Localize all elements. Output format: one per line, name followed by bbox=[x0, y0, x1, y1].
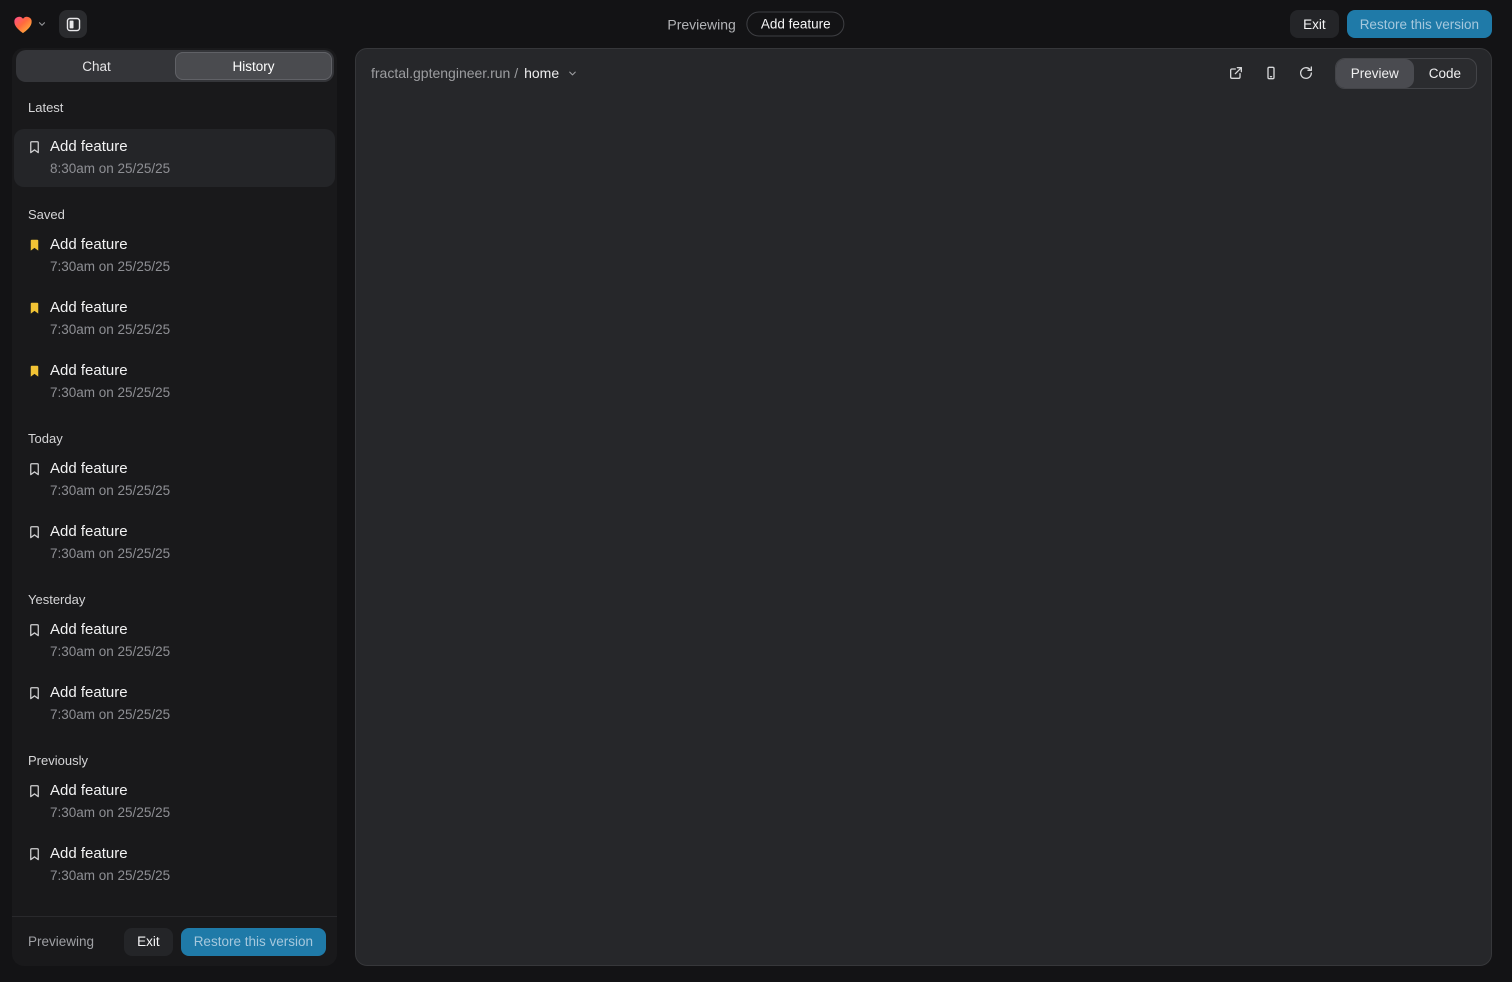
history-item-time: 7:30am on 25/25/25 bbox=[50, 385, 323, 401]
external-link-icon bbox=[1228, 65, 1244, 81]
history-item-title: Add feature bbox=[50, 844, 323, 863]
history-item-time: 7:30am on 25/25/25 bbox=[50, 483, 323, 499]
bookmark-outline-icon bbox=[27, 524, 42, 540]
preview-code-toggle: Preview Code bbox=[1335, 58, 1477, 89]
history-item-title: Add feature bbox=[50, 683, 323, 702]
history-section-title: Saved bbox=[28, 207, 335, 222]
history-section-title: Previously bbox=[28, 753, 335, 768]
history-item[interactable]: Add feature 7:30am on 25/25/25 bbox=[14, 290, 335, 348]
top-bar: Previewing Add feature Exit Restore this… bbox=[0, 0, 1512, 48]
url-prefix: fractal.gptengineer.run / bbox=[371, 65, 518, 81]
bookmark-outline-icon bbox=[27, 461, 42, 477]
history-item[interactable]: Add feature 8:30am on 25/25/25 bbox=[14, 129, 335, 187]
mobile-icon bbox=[1263, 65, 1279, 81]
history-item[interactable]: Add feature 7:30am on 25/25/25 bbox=[14, 451, 335, 509]
sidebar-toggle-button[interactable] bbox=[59, 10, 87, 38]
history-item-time: 7:30am on 25/25/25 bbox=[50, 259, 323, 275]
history-item-time: 7:30am on 25/25/25 bbox=[50, 707, 323, 723]
app-logo-menu[interactable] bbox=[12, 14, 47, 34]
chevron-down-icon bbox=[567, 68, 578, 79]
sidebar-footer: Previewing Exit Restore this version bbox=[12, 916, 337, 966]
chat-history-tabs: Chat History bbox=[16, 50, 334, 82]
topbar-actions: Exit Restore this version bbox=[1290, 10, 1492, 38]
version-badge[interactable]: Add feature bbox=[747, 12, 845, 37]
chevron-down-icon bbox=[37, 19, 47, 29]
history-item-title: Add feature bbox=[50, 235, 323, 254]
bookmark-outline-icon bbox=[27, 622, 42, 638]
history-sidebar: Chat History Latest Add feature 8:30am o… bbox=[12, 48, 337, 966]
history-item-title: Add feature bbox=[50, 781, 323, 800]
history-item[interactable]: Add feature 7:30am on 25/25/25 bbox=[14, 836, 335, 894]
footer-previewing-label: Previewing bbox=[28, 934, 94, 949]
history-item-title: Add feature bbox=[50, 522, 323, 541]
footer-restore-version-button[interactable]: Restore this version bbox=[181, 928, 326, 956]
sidebar-panel-icon bbox=[65, 16, 82, 33]
history-item-time: 7:30am on 25/25/25 bbox=[50, 322, 323, 338]
history-item-title: Add feature bbox=[50, 459, 323, 478]
preview-panel: fractal.gptengineer.run / home bbox=[355, 48, 1492, 966]
main-layout: Chat History Latest Add feature 8:30am o… bbox=[0, 48, 1512, 974]
restore-version-button[interactable]: Restore this version bbox=[1347, 10, 1492, 38]
preview-header: fractal.gptengineer.run / home bbox=[356, 49, 1491, 97]
history-item-time: 7:30am on 25/25/25 bbox=[50, 805, 323, 821]
mobile-view-button[interactable] bbox=[1257, 59, 1285, 87]
history-section-title: Yesterday bbox=[28, 592, 335, 607]
open-external-button[interactable] bbox=[1222, 59, 1250, 87]
tab-chat[interactable]: Chat bbox=[18, 52, 175, 80]
previewing-label: Previewing bbox=[667, 16, 735, 32]
history-section-title: Latest bbox=[28, 100, 335, 115]
history-item-title: Add feature bbox=[50, 620, 323, 639]
url-page: home bbox=[524, 65, 559, 81]
history-list: Latest Add feature 8:30am on 25/25/25 Sa… bbox=[12, 82, 337, 916]
history-item[interactable]: Add feature 7:30am on 25/25/25 bbox=[14, 353, 335, 411]
preview-viewport bbox=[356, 97, 1491, 965]
tab-code[interactable]: Code bbox=[1414, 59, 1476, 88]
history-item-time: 7:30am on 25/25/25 bbox=[50, 546, 323, 562]
history-item[interactable]: Add feature 7:30am on 25/25/25 bbox=[14, 773, 335, 831]
footer-exit-button[interactable]: Exit bbox=[124, 928, 173, 956]
history-item-time: 8:30am on 25/25/25 bbox=[50, 161, 323, 177]
bookmark-filled-icon bbox=[27, 300, 42, 316]
bookmark-outline-icon bbox=[27, 139, 42, 155]
history-item[interactable]: Add feature 7:30am on 25/25/25 bbox=[14, 675, 335, 733]
tab-history[interactable]: History bbox=[175, 52, 332, 80]
history-item-title: Add feature bbox=[50, 361, 323, 380]
refresh-button[interactable] bbox=[1292, 59, 1320, 87]
bookmark-filled-icon bbox=[27, 237, 42, 253]
bookmark-outline-icon bbox=[27, 685, 42, 701]
history-item[interactable]: Add feature 7:30am on 25/25/25 bbox=[14, 227, 335, 285]
preview-header-icons: Preview Code bbox=[1222, 58, 1477, 89]
previewing-indicator: Previewing Add feature bbox=[667, 12, 844, 37]
history-item-time: 7:30am on 25/25/25 bbox=[50, 644, 323, 660]
history-item-time: 7:30am on 25/25/25 bbox=[50, 868, 323, 884]
exit-button[interactable]: Exit bbox=[1290, 10, 1339, 38]
tab-preview[interactable]: Preview bbox=[1336, 59, 1414, 88]
lovable-heart-icon bbox=[12, 14, 34, 34]
bookmark-filled-icon bbox=[27, 363, 42, 379]
bookmark-outline-icon bbox=[27, 846, 42, 862]
history-item[interactable]: Add feature 7:30am on 25/25/25 bbox=[14, 514, 335, 572]
url-dropdown[interactable]: fractal.gptengineer.run / home bbox=[371, 65, 578, 81]
history-item-title: Add feature bbox=[50, 298, 323, 317]
bookmark-outline-icon bbox=[27, 783, 42, 799]
refresh-icon bbox=[1298, 65, 1314, 81]
history-section-title: Today bbox=[28, 431, 335, 446]
history-item[interactable]: Add feature 7:30am on 25/25/25 bbox=[14, 612, 335, 670]
history-item-title: Add feature bbox=[50, 137, 323, 156]
